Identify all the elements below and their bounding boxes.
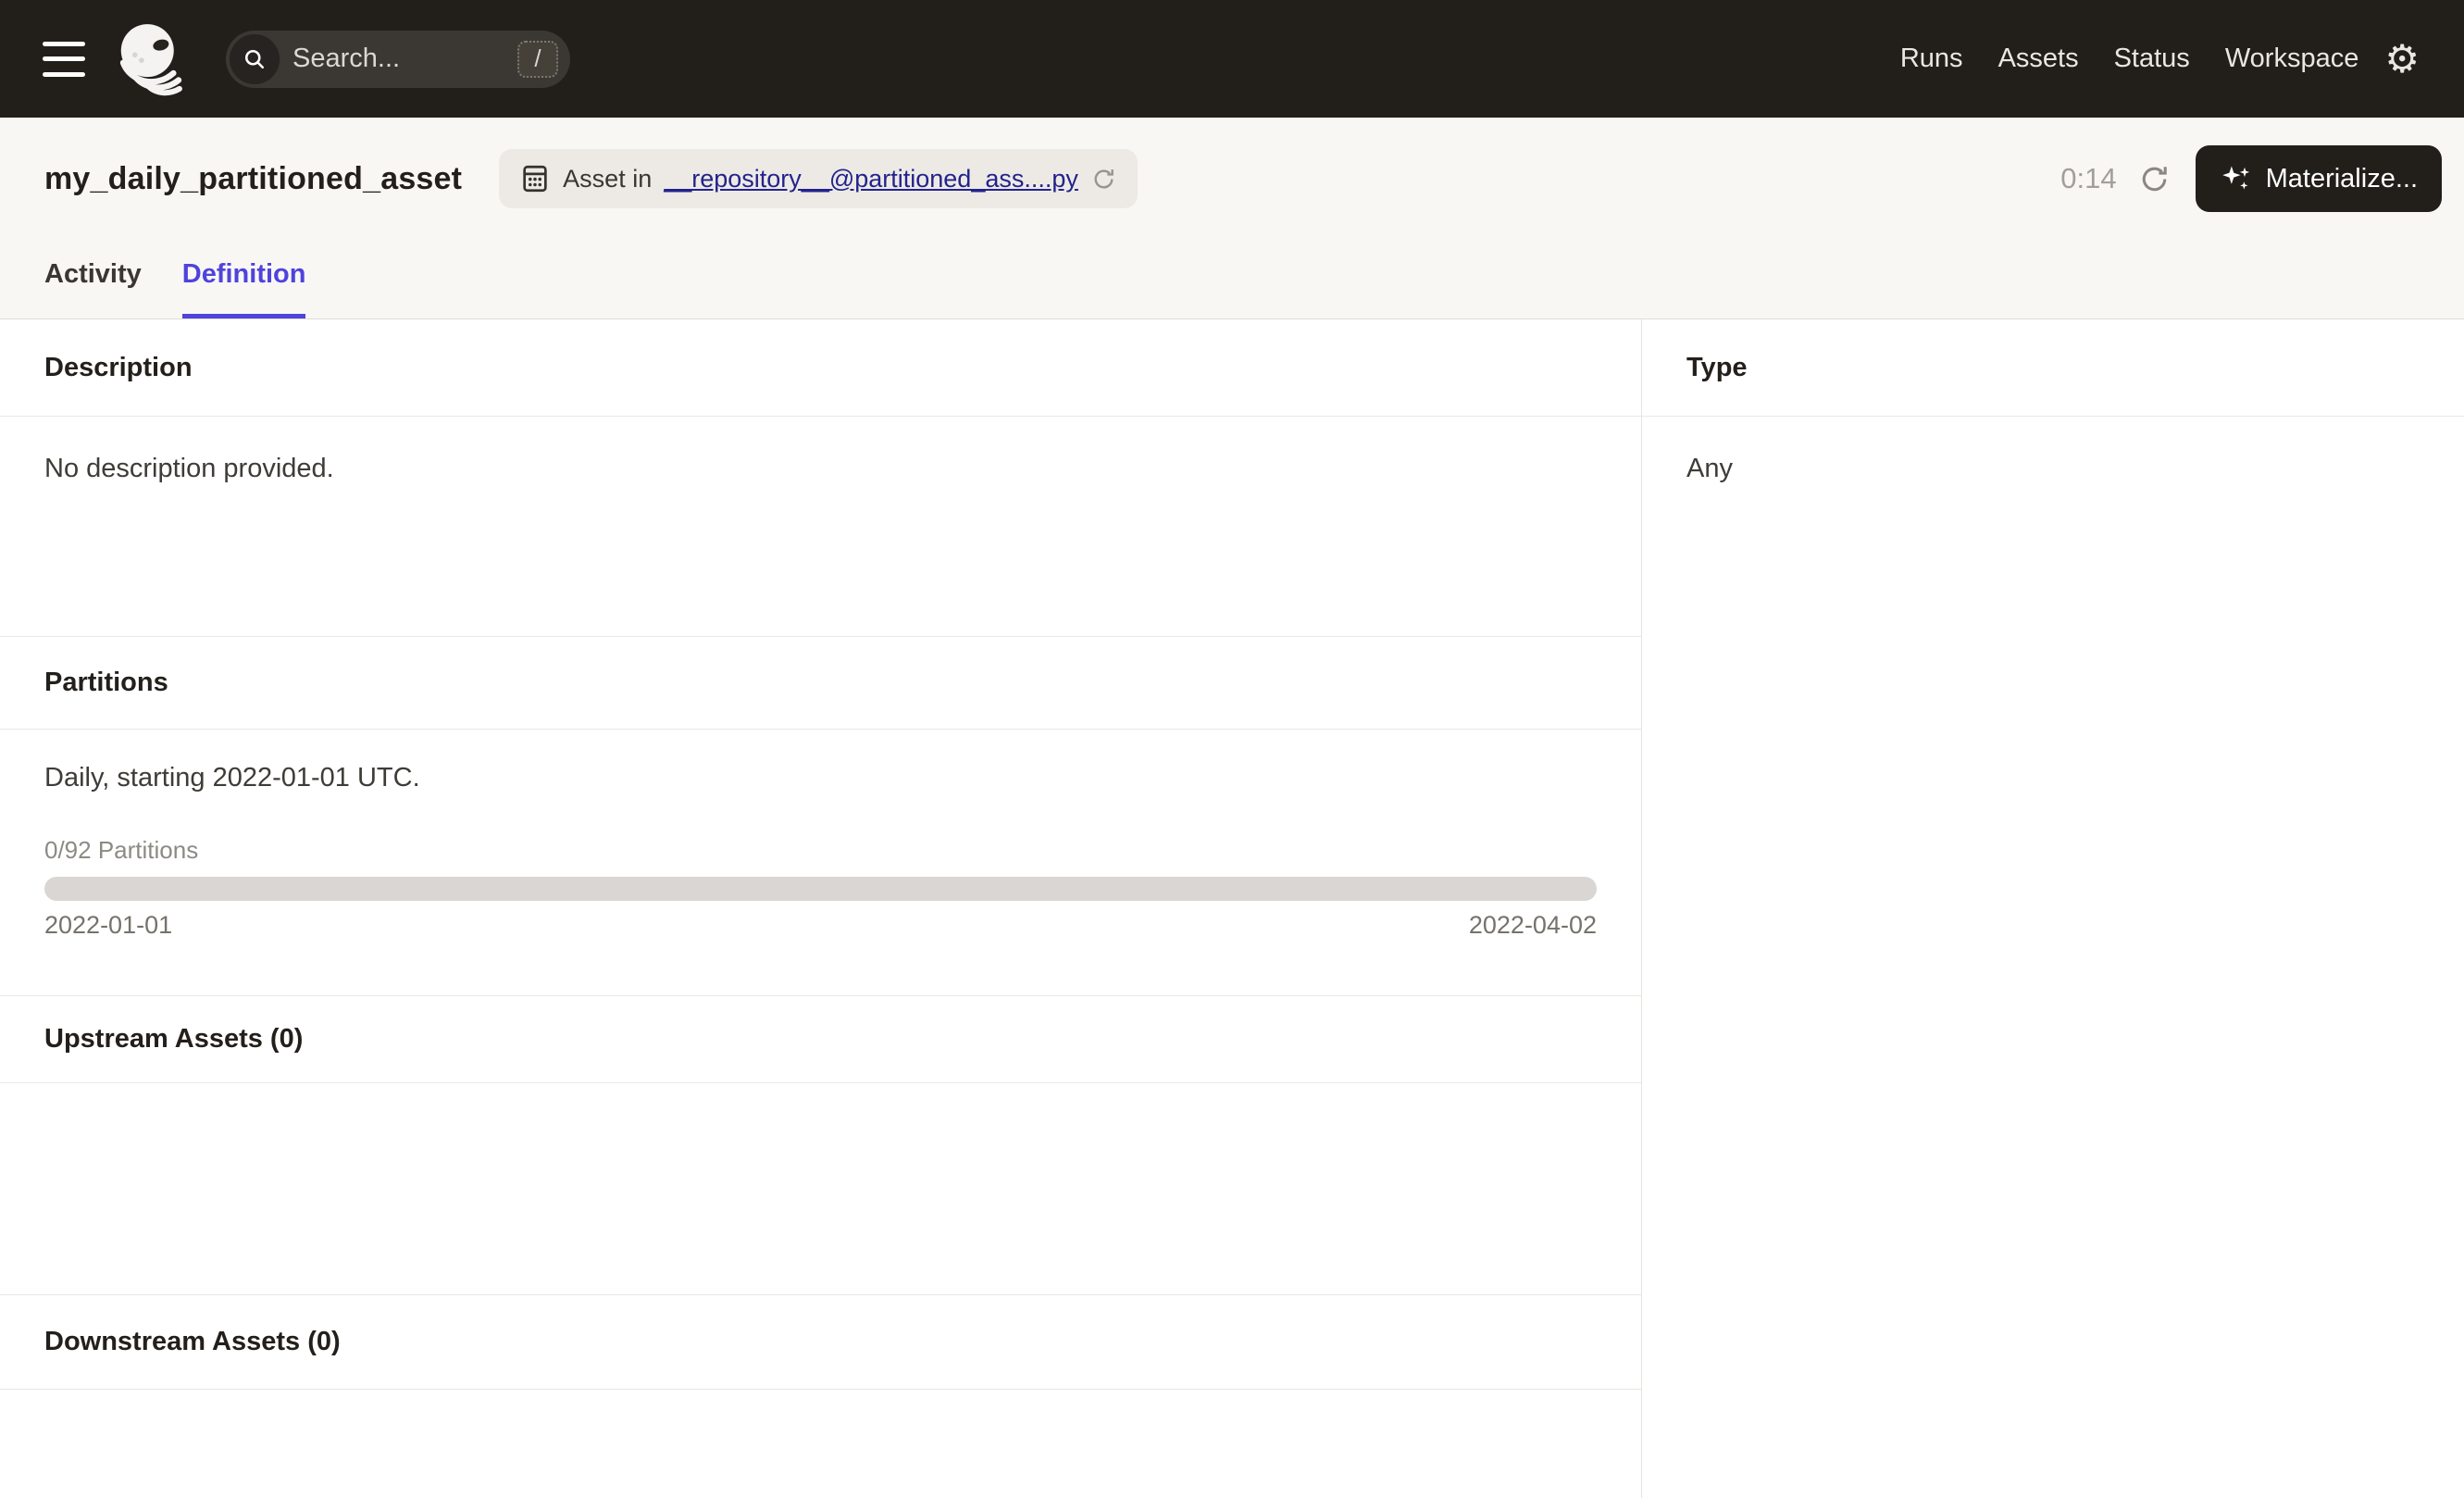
side-column: Type Any: [1642, 319, 2464, 1498]
nav-item-workspace[interactable]: Workspace: [2225, 44, 2359, 74]
badge-reload-icon[interactable]: [1090, 166, 1117, 193]
gear-icon[interactable]: ⚙: [2384, 39, 2420, 79]
partition-range-end: 2022-04-02: [1468, 911, 1597, 939]
menu-icon[interactable]: [43, 41, 85, 77]
search-shortcut-key: /: [517, 40, 558, 78]
refresh-timer: 0:14: [2060, 162, 2117, 194]
tab-activity[interactable]: Activity: [44, 259, 142, 318]
top-nav-links: Runs Assets Status Workspace: [1900, 44, 2358, 74]
partitions-summary: Daily, starting 2022-01-01 UTC.: [44, 763, 420, 793]
downstream-assets-section-header: Downstream Assets (0): [0, 1295, 1641, 1390]
sparkle-icon: [2221, 166, 2249, 190]
materialize-button[interactable]: Materialize...: [2195, 145, 2442, 212]
partition-range-start: 2022-01-01: [44, 911, 173, 939]
tab-definition[interactable]: Definition: [181, 259, 306, 318]
asset-badge-prefix: Asset in: [563, 164, 653, 193]
description-text: No description provided.: [0, 417, 1641, 637]
type-value: Any: [1686, 454, 1733, 483]
partitions-progress-bar: [44, 877, 1597, 901]
nav-item-status[interactable]: Status: [2114, 44, 2190, 74]
partitions-progress-label: 0/92 Partitions: [44, 836, 199, 864]
downstream-assets-empty-area: [0, 1390, 1641, 1498]
nav-item-runs[interactable]: Runs: [1900, 44, 1963, 74]
upstream-assets-section-header: Upstream Assets (0): [0, 996, 1641, 1083]
type-section-header: Type: [1642, 319, 2464, 417]
main-column: Description No description provided. Par…: [0, 319, 1642, 1498]
dagster-logo-icon[interactable]: [109, 18, 193, 101]
description-section-header: Description: [0, 319, 1641, 417]
page-header: my_daily_partitioned_asset Asset in __re…: [0, 118, 2464, 319]
partitions-section-body: Daily, starting 2022-01-01 UTC. 0/92 Par…: [0, 730, 1641, 996]
search-icon: [230, 33, 280, 84]
page-title: my_daily_partitioned_asset: [44, 160, 463, 196]
partitions-section-header: Partitions: [0, 637, 1641, 730]
asset-location-badge: Asset in __repository__@partitioned_ass.…: [499, 149, 1138, 208]
nav-item-assets[interactable]: Assets: [1998, 44, 2079, 74]
definition-content: Description No description provided. Par…: [0, 319, 2464, 1498]
repository-icon: [523, 165, 547, 193]
search-input[interactable]: [280, 44, 517, 74]
materialize-button-label: Materialize...: [2265, 163, 2418, 193]
tab-bar: Activity Definition: [44, 259, 306, 318]
top-navigation-bar: / Runs Assets Status Workspace ⚙: [0, 0, 2464, 118]
repository-link[interactable]: __repository__@partitioned_ass....py: [664, 165, 1078, 193]
upstream-assets-empty-area: [0, 1083, 1641, 1295]
refresh-icon[interactable]: [2137, 162, 2172, 196]
search-bar[interactable]: /: [226, 30, 570, 88]
